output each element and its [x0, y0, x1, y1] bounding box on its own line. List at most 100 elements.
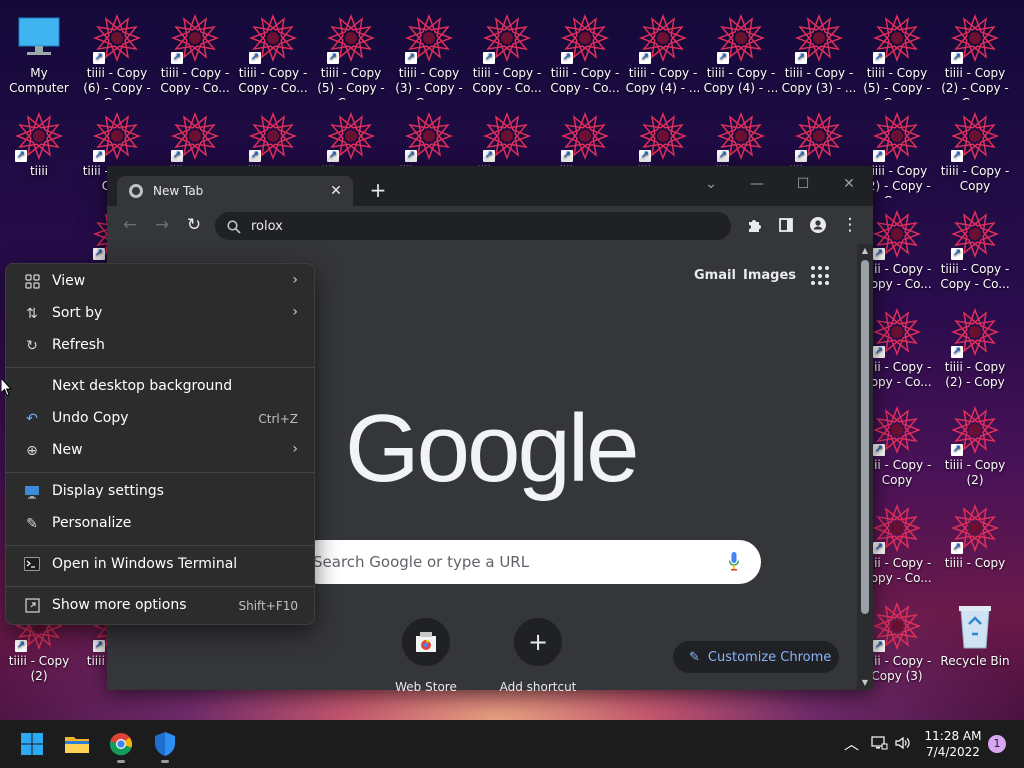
- notification-badge[interactable]: 1: [988, 735, 1006, 753]
- shield-icon: [155, 732, 175, 756]
- terminal-icon: [24, 557, 40, 573]
- desktop-icon-shortcut[interactable]: ↗ tiiii - Copy (3) - Copy - Co...: [390, 8, 468, 100]
- google-search-box[interactable]: [297, 540, 761, 584]
- maximize-button[interactable]: ☐: [783, 170, 823, 198]
- desktop-icon-label: tiiii - Copy: [944, 556, 1006, 570]
- profile-icon[interactable]: [806, 213, 830, 237]
- system-clock[interactable]: 11:28 AM 7/4/2022: [922, 728, 984, 760]
- plus-icon: +: [514, 618, 562, 666]
- shortcut-arrow-icon: ↗: [483, 52, 495, 64]
- tab-search-icon[interactable]: ⌄: [691, 170, 731, 198]
- desktop-icon-label: tiiii - Copy (5) - Copy - Co...: [863, 66, 931, 100]
- chrome-titlebar[interactable]: New Tab ✕ + ⌄ — ☐ ✕: [107, 166, 873, 206]
- customize-chrome-button[interactable]: ✎ Customize Chrome: [673, 641, 839, 673]
- minimize-button[interactable]: —: [737, 170, 777, 198]
- gmail-link[interactable]: Gmail: [694, 268, 736, 283]
- chrome-taskbar-button[interactable]: [105, 728, 137, 763]
- shortcut-arrow-icon: ↗: [483, 150, 495, 162]
- network-icon[interactable]: [870, 734, 888, 757]
- volume-icon[interactable]: [894, 734, 912, 757]
- grid-icon: [24, 274, 40, 290]
- desktop-icon-shortcut[interactable]: ↗ tiiii - Copy - Copy - Co...: [468, 8, 546, 100]
- microphone-icon[interactable]: [728, 552, 740, 572]
- start-button[interactable]: [16, 728, 48, 760]
- back-arrow-icon[interactable]: ←: [118, 213, 142, 237]
- close-tab-icon[interactable]: ✕: [327, 182, 345, 200]
- shortcut-file-icon: ↗: [793, 110, 845, 162]
- desktop-icon-shortcut[interactable]: ↗ tiiii - Copy - Copy (4) - ...: [624, 8, 702, 100]
- shortcut-file-icon: ↗: [169, 110, 221, 162]
- display-icon: [24, 484, 40, 500]
- shortcut-file-icon: ↗: [559, 12, 611, 64]
- menu-item-show-more-options[interactable]: Show more options Shift+F10: [10, 591, 310, 621]
- shortcut-arrow-icon: ↗: [873, 150, 885, 162]
- shortcut-file-icon: ↗: [871, 600, 923, 652]
- desktop-icon-shortcut[interactable]: ↗ tiiii - Copy (6) - Copy - Co...: [78, 8, 156, 100]
- images-link[interactable]: Images: [743, 268, 796, 283]
- reload-icon[interactable]: ↻: [182, 213, 206, 237]
- desktop-icon-shortcut[interactable]: ↗ tiiii - Copy (2) - Copy - Co...: [936, 8, 1014, 100]
- tab-new-tab[interactable]: New Tab ✕: [117, 176, 353, 206]
- google-search-input[interactable]: [313, 553, 693, 571]
- shortcut-arrow-icon: ↗: [717, 150, 729, 162]
- shortcut-arrow-icon: ↗: [795, 150, 807, 162]
- new-tab-button[interactable]: +: [367, 179, 389, 201]
- desktop-icon-shortcut[interactable]: ↗tiiii: [0, 106, 78, 198]
- omnibox[interactable]: [215, 212, 731, 240]
- menu-item-next-background[interactable]: Next desktop background: [10, 372, 310, 402]
- desktop-icon-shortcut[interactable]: ↗ tiiii - Copy - Copy - Co...: [156, 8, 234, 100]
- defender-button[interactable]: [149, 728, 181, 763]
- chrome-menu-icon[interactable]: ⋮: [838, 213, 862, 237]
- desktop-icon-shortcut[interactable]: ↗ tiiii - Copy (5) - Copy - Co...: [312, 8, 390, 100]
- close-window-button[interactable]: ✕: [829, 170, 869, 198]
- forward-arrow-icon[interactable]: →: [150, 213, 174, 237]
- menu-item-windows-terminal[interactable]: Open in Windows Terminal: [10, 550, 310, 580]
- extensions-icon[interactable]: [742, 213, 766, 237]
- omnibox-input[interactable]: [251, 218, 691, 234]
- desktop-icon-shortcut[interactable]: ↗ tiiii - Copy - Copy - Co...: [234, 8, 312, 100]
- file-explorer-button[interactable]: [61, 728, 93, 760]
- web-store-icon: [402, 618, 450, 666]
- google-apps-icon[interactable]: [811, 266, 831, 286]
- page-scrollbar[interactable]: ▲ ▼: [857, 244, 873, 690]
- menu-item-undo-copy[interactable]: ↶ Undo Copy Ctrl+Z: [10, 404, 310, 434]
- side-panel-icon[interactable]: [774, 213, 798, 237]
- shortcut-file-icon: ↗: [91, 12, 143, 64]
- shortcut-add[interactable]: + Add shortcut: [482, 618, 594, 694]
- menu-item-label: Personalize: [52, 515, 132, 531]
- desktop-icon-label: tiiii - Copy - Copy: [940, 164, 1010, 193]
- menu-item-label: Undo Copy: [52, 410, 129, 426]
- shortcut-file-icon: ↗: [871, 502, 923, 554]
- scrollbar-thumb[interactable]: [861, 260, 869, 614]
- shortcut-file-icon: ↗: [13, 110, 65, 162]
- shortcut-web-store[interactable]: Web Store: [370, 618, 482, 694]
- desktop-icon-shortcut[interactable]: ↗ tiiii - Copy: [936, 498, 1014, 590]
- desktop-icon-recycle-bin[interactable]: Recycle Bin: [936, 596, 1014, 688]
- menu-item-personalize[interactable]: ✎ Personalize: [10, 509, 310, 539]
- desktop-icon-shortcut[interactable]: ↗ tiiii - Copy - Copy (3) - ...: [780, 8, 858, 100]
- shortcut-file-icon: ↗: [325, 110, 377, 162]
- menu-item-view[interactable]: View ›: [10, 267, 310, 297]
- desktop-context-menu: View › ⇅ Sort by › ↻ Refresh Next deskto…: [5, 263, 315, 625]
- desktop-icon-shortcut[interactable]: ↗ tiiii - Copy (5) - Copy - Co...: [858, 8, 936, 100]
- desktop-icon-shortcut[interactable]: ↗ tiiii - Copy - Copy: [936, 106, 1014, 198]
- desktop-icon-shortcut[interactable]: ↗ tiiii - Copy (2): [936, 400, 1014, 492]
- menu-separator: [6, 472, 314, 473]
- taskbar: ︿ 11:28 AM 7/4/2022 1: [0, 720, 1024, 768]
- scroll-down-icon[interactable]: ▼: [857, 676, 873, 690]
- menu-item-sort-by[interactable]: ⇅ Sort by ›: [10, 299, 310, 329]
- desktop-icon-shortcut[interactable]: ↗ tiiii - Copy - Copy (4) - ...: [702, 8, 780, 100]
- desktop-icon-shortcut[interactable]: ↗ tiiii - Copy (2) - Copy: [936, 302, 1014, 394]
- shortcut-file-icon: ↗: [949, 12, 1001, 64]
- shortcut-arrow-icon: ↗: [171, 52, 183, 64]
- menu-item-new[interactable]: ⊕ New ›: [10, 436, 310, 466]
- shortcut-arrow-icon: ↗: [873, 444, 885, 456]
- desktop-icon-shortcut[interactable]: ↗ tiiii - Copy - Copy - Co...: [546, 8, 624, 100]
- desktop-icon-shortcut[interactable]: ↗ tiiii - Copy - Copy - Co...: [936, 204, 1014, 296]
- scroll-up-icon[interactable]: ▲: [857, 244, 873, 258]
- desktop-icon-my-computer[interactable]: My Computer: [0, 8, 78, 100]
- clock-date: 7/4/2022: [926, 745, 980, 759]
- menu-item-display-settings[interactable]: Display settings: [10, 477, 310, 507]
- menu-item-refresh[interactable]: ↻ Refresh: [10, 331, 310, 361]
- chevron-up-icon[interactable]: ︿: [844, 734, 859, 754]
